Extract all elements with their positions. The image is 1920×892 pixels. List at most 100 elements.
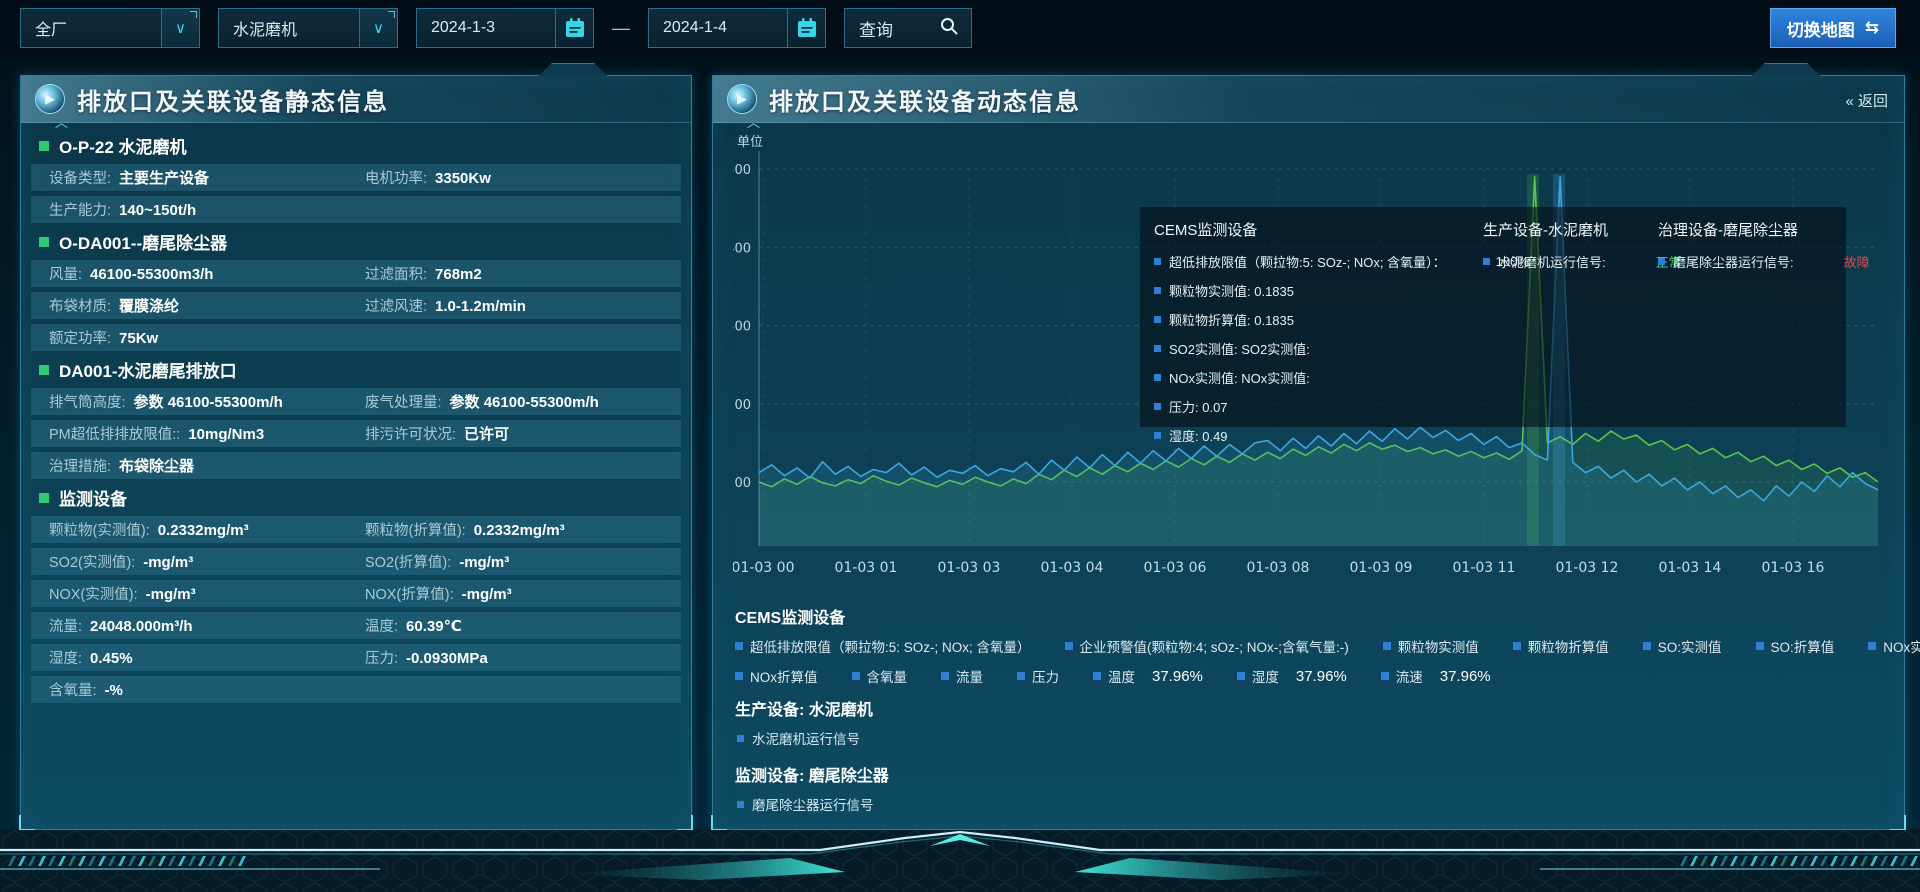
legend-item[interactable]: 企业预警值(颗粒物:4; sOz-; NOx-;含氧气量:-) (1065, 636, 1349, 656)
panel-tab-decoration (525, 63, 621, 76)
static-info-panel: ▶ 排放口及关联设备静态信息 ︿ O-P-22 水泥磨机设备类型:主要生产设备电… (20, 75, 692, 830)
x-tick-label: 01-03 08 (1247, 560, 1310, 576)
field-label: 温度: (365, 615, 398, 636)
legend-item-label: SO:实测值 (1658, 636, 1722, 656)
legend-item[interactable]: 流量 (941, 666, 983, 686)
field-label: 流量: (49, 615, 82, 636)
legend-item[interactable]: 压力 (1017, 666, 1059, 686)
device-signal-item[interactable]: 磨尾除尘器运行信号 (737, 794, 1886, 814)
dynamic-info-panel: ▶ 排放口及关联设备动态信息 ︿ « 返回 单位5004003002001000… (712, 75, 1905, 830)
field: 流量:24048.000m³/h (49, 615, 365, 636)
legend-item-label: 含氧量 (867, 666, 908, 686)
section-heading-label: DA001-水泥磨尾排放口 (59, 357, 237, 382)
y-tick-label: 100 (733, 476, 751, 491)
tooltip-row: 颗粒物实测值: 0.1835 (1154, 281, 1529, 300)
tooltip-production-signal: 水泥磨机运行信号: 正常 (1483, 252, 1682, 271)
legend-marker-icon (1093, 672, 1101, 680)
legend-item[interactable]: 温度37.96% (1093, 666, 1203, 686)
legend-item[interactable]: 颗粒物实测值 (1383, 636, 1479, 656)
table-row: 含氧量: -% (31, 676, 681, 703)
section-heading: 监测设备 (31, 484, 681, 511)
date-to-input[interactable]: 2024-1-4 (648, 8, 826, 48)
field: 治理措施:布袋除尘器 (49, 455, 365, 476)
y-tick-label: 500 (733, 163, 751, 178)
legend-marker-icon (735, 642, 743, 650)
field: NOX(折算值):-mg/m³ (365, 583, 681, 604)
x-tick-label: 01-03 04 (1041, 560, 1104, 576)
field: 颗粒物(实测值):0.2332mg/m³ (49, 519, 365, 540)
date-from-input[interactable]: 2024-1-3 (416, 8, 594, 48)
legend-marker-icon (1237, 672, 1245, 680)
field: SO2(折算值):-mg/m³ (365, 551, 681, 572)
bullet-icon (1483, 258, 1490, 265)
static-info-list: O-P-22 水泥磨机设备类型:主要生产设备电机功率:3350Kw生产能力:14… (31, 132, 681, 703)
tooltip-production-title: 生产设备-水泥磨机 (1483, 219, 1682, 240)
tooltip-row-label: 压力: 0.07 (1169, 397, 1228, 416)
field-value: -% (105, 682, 123, 699)
field-label: 颗粒物(实测值): (49, 519, 150, 540)
calendar-icon[interactable] (555, 9, 593, 47)
legend-item[interactable]: 湿度37.96% (1237, 666, 1347, 686)
section-heading-label: O-DA001--磨尾除尘器 (59, 229, 227, 254)
field-value: 1.0-1.2m/min (435, 298, 526, 315)
field: 布袋材质:覆膜涤纶 (49, 295, 365, 316)
field-label: 过滤风速: (365, 295, 427, 316)
field: PM超低排排放限值::10mg/Nm3 (49, 423, 365, 444)
y-axis-unit-label: 单位 (737, 135, 763, 150)
chevron-down-icon[interactable]: ∨ (161, 9, 199, 47)
field-label: 治理措施: (49, 455, 111, 476)
switch-map-button[interactable]: 切换地图 ⇆ (1770, 8, 1896, 48)
swap-arrows-icon: ⇆ (1865, 18, 1879, 38)
device-signal-item[interactable]: 水泥磨机运行信号 (737, 728, 1886, 748)
tooltip-row: 颗粒物折算值: 0.1835 (1154, 310, 1529, 329)
section-heading: O-P-22 水泥磨机 (31, 132, 681, 159)
legend-marker-icon (1017, 672, 1025, 680)
field-value: 10mg/Nm3 (188, 426, 264, 443)
field-label: 布袋材质: (49, 295, 111, 316)
legend-marker-icon (941, 672, 949, 680)
top-toolbar: 全厂 ∨ 水泥磨机 ∨ 2024-1-3 — 2024-1-4 (0, 0, 1920, 56)
legend-item[interactable]: 超低排放限值（颗拉物:5: SOz-; NOx; 含氧量） (735, 636, 1031, 656)
legend-item[interactable]: NOx实测值 (1868, 636, 1920, 656)
device-select-value: 水泥磨机 (219, 16, 359, 40)
static-panel-header: ▶ 排放口及关联设备静态信息 ︿ (21, 76, 691, 123)
field-label: 排气筒高度: (49, 391, 126, 412)
tooltip-row-label: 颗粒物折算值: 0.1835 (1169, 310, 1294, 329)
tooltip-row-label: NOx实测值: NOx实测值: (1169, 368, 1310, 387)
field-label: 生产能力: (49, 199, 111, 220)
plant-select-value: 全厂 (21, 16, 161, 40)
legend-item[interactable]: NOx折算值 (735, 666, 818, 686)
field-label: 废气处理量: (365, 391, 442, 412)
bullet-icon (737, 735, 744, 742)
legend-item[interactable]: SO:折算值 (1756, 636, 1835, 656)
query-button-label: 查询 (845, 16, 939, 41)
legend-item[interactable]: 流速37.96% (1381, 666, 1491, 686)
field-label: 湿度: (49, 647, 82, 668)
field-value: -mg/m³ (462, 586, 512, 603)
field: 设备类型:主要生产设备 (49, 167, 365, 188)
date-to-value: 2024-1-4 (649, 19, 787, 37)
tooltip-row: SO2实测值: SO2实测值: (1154, 339, 1529, 358)
query-button[interactable]: 查询 (844, 8, 972, 48)
legend-item[interactable]: SO:实测值 (1643, 636, 1722, 656)
field-label: 含氧量: (49, 679, 97, 700)
field-value: 768m2 (435, 266, 482, 283)
back-button[interactable]: « 返回 (1845, 90, 1888, 111)
tooltip-row-label: 超低排放限值（颗拉物:5: SOz-; NOx; 含氧量）： (1169, 252, 1446, 271)
table-row: 治理措施:布袋除尘器 (31, 452, 681, 479)
calendar-icon[interactable] (787, 9, 825, 47)
chevron-down-icon[interactable]: ∨ (359, 9, 397, 47)
legend-item[interactable]: 颗粒物折算值 (1513, 636, 1609, 656)
legend-item[interactable]: 含氧量 (852, 666, 908, 686)
device-select[interactable]: 水泥磨机 ∨ (218, 8, 398, 48)
bullet-icon (1154, 345, 1161, 352)
green-square-icon (39, 493, 49, 503)
plant-select[interactable]: 全厂 ∨ (20, 8, 200, 48)
signal-label: 磨尾除尘器运行信号: (1673, 252, 1794, 271)
device-signal-label: 磨尾除尘器运行信号 (752, 794, 874, 814)
section-heading-label: 监测设备 (59, 485, 127, 510)
legend-marker-icon (1065, 642, 1073, 650)
x-tick-label: 01-03 01 (835, 560, 898, 576)
field: 过滤面积:768m2 (365, 263, 681, 284)
field-label: 电机功率: (365, 167, 427, 188)
